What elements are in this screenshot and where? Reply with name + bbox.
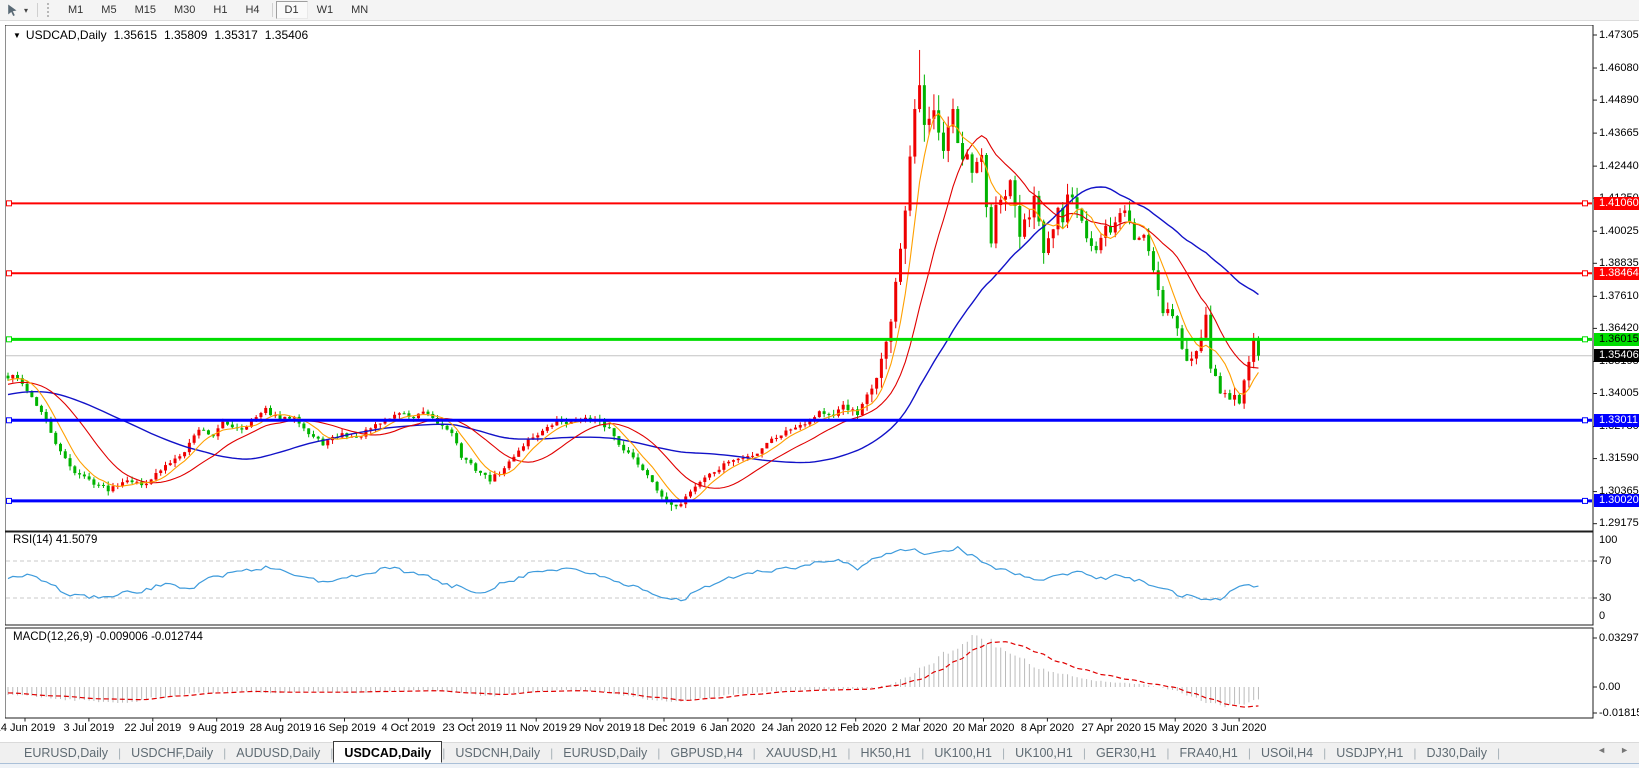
current-price-label: 1.35406 [1594, 349, 1639, 362]
ohlc-low: 1.35317 [214, 28, 257, 42]
trading-platform-window: { "toolbar": { "timeframes": ["M1","M5",… [0, 0, 1639, 767]
timeframe-toolbar: ▾ M1M5M15M30H1H4 D1W1MN [0, 0, 1639, 21]
level-price-label: 1.30020 [1594, 494, 1639, 507]
timeframe-button-d1[interactable]: D1 [276, 1, 308, 19]
timeframe-button-h1[interactable]: H1 [204, 1, 236, 19]
rsi-axis-tick: 70 [1599, 555, 1639, 568]
time-axis-label: 20 Mar 2020 [953, 722, 1015, 734]
time-axis-label: 27 Apr 2020 [1082, 722, 1141, 734]
rsi-label: RSI(14) 41.5079 [13, 534, 97, 546]
chart-tab-usoil-h4[interactable]: USOil,H4 [1251, 744, 1323, 762]
chart-tab-usdcad-daily[interactable]: USDCAD,Daily [333, 741, 442, 763]
up-candles [11, 50, 1255, 508]
timeframe-button-m15[interactable]: M15 [126, 1, 165, 19]
chart-tab-audusd-daily[interactable]: AUDUSD,Daily [226, 744, 330, 762]
time-axis-label: 24 Jan 2020 [762, 722, 823, 734]
tab-scroll-right-icon[interactable]: ► [1620, 745, 1629, 755]
toolbar-grip[interactable] [47, 3, 53, 17]
timeframe-button-m30[interactable]: M30 [165, 1, 204, 19]
chart-tab-dj30-daily[interactable]: DJ30,Daily [1417, 744, 1497, 762]
tab-scroll-left-icon[interactable]: ◄ [1597, 745, 1606, 755]
bottom-edge-strip [0, 763, 1639, 768]
price-axis-tick: 1.42440 [1599, 160, 1639, 173]
time-axis-label: 2 Mar 2020 [892, 722, 948, 734]
chart-tab-eurusd-daily[interactable]: EURUSD,Daily [14, 744, 118, 762]
chart-tab-eurusd-daily[interactable]: EURUSD,Daily [553, 744, 657, 762]
time-axis-label: 23 Oct 2019 [442, 722, 502, 734]
time-axis-label: 3 Jun 2020 [1212, 722, 1266, 734]
level-price-label: 1.36015 [1594, 333, 1639, 346]
time-axis-label: 11 Nov 2019 [505, 722, 567, 734]
macd-axis-tick: 0.032972 [1599, 632, 1639, 645]
price-axis-tick: 1.40025 [1599, 225, 1639, 238]
chart-dropdown-icon[interactable]: ▼ [13, 31, 21, 40]
time-axis-label: 14 Jun 2019 [0, 722, 55, 734]
chart-tab-gbpusd-h4[interactable]: GBPUSD,H4 [660, 744, 752, 762]
ohlc-high: 1.35809 [164, 28, 207, 42]
time-axis-label: 12 Feb 2020 [825, 722, 887, 734]
price-axis-tick: 1.37610 [1599, 290, 1639, 303]
chart-tab-usdchf-daily[interactable]: USDCHF,Daily [121, 744, 223, 762]
macd-axis-tick: 0.00 [1599, 681, 1639, 694]
time-axis-label: 18 Dec 2019 [633, 722, 695, 734]
timeframe-button-w1[interactable]: W1 [308, 1, 343, 19]
level-price-label: 1.41060 [1594, 197, 1639, 210]
rsi-axis-tick: 30 [1599, 592, 1639, 605]
level-price-label: 1.33011 [1594, 414, 1639, 427]
time-axis-label: 29 Nov 2019 [569, 722, 631, 734]
chart-tab-hk50-h1[interactable]: HK50,H1 [850, 744, 921, 762]
time-axis-label: 8 Apr 2020 [1021, 722, 1074, 734]
time-axis-label: 22 Jul 2019 [124, 722, 181, 734]
macd-axis-tick: -0.018154 [1599, 707, 1639, 720]
tab-scroll-buttons: ◄ ► [1597, 745, 1629, 755]
timeframe-button-mn[interactable]: MN [342, 1, 377, 19]
ohlc-close: 1.35406 [265, 28, 308, 42]
timeframe-button-h4[interactable]: H4 [236, 1, 268, 19]
chart-header: ▼ USDCAD,Daily 1.35615 1.35809 1.35317 1.3540… [13, 28, 308, 42]
chart-tab-usdcnh-daily[interactable]: USDCNH,Daily [445, 744, 550, 762]
time-axis-label: 28 Aug 2019 [250, 722, 312, 734]
chart-tab-bar: EURUSD,Daily|USDCHF,Daily|AUDUSD,Daily|U… [0, 742, 1639, 763]
time-axis-label: 15 May 2020 [1143, 722, 1207, 734]
rsi-axis-tick: 100 [1599, 534, 1639, 547]
price-axis-tick: 1.44890 [1599, 94, 1639, 107]
cursor-tool-caret-icon[interactable]: ▾ [24, 6, 28, 15]
time-axis-label: 16 Sep 2019 [313, 722, 375, 734]
ohlc-open: 1.35615 [114, 28, 157, 42]
price-axis-tick: 1.31590 [1599, 452, 1639, 465]
timeframe-buttons: M1M5M15M30H1H4 D1W1MN [59, 1, 377, 19]
price-axis-tick: 1.29175 [1599, 517, 1639, 530]
price-axis-tick: 1.47305 [1599, 29, 1639, 42]
time-axis-label: 4 Oct 2019 [381, 722, 435, 734]
chart-tab-xauusd-h1[interactable]: XAUUSD,H1 [756, 744, 848, 762]
timeframe-button-m5[interactable]: M5 [92, 1, 125, 19]
chart-tab-uk100-h1[interactable]: UK100,H1 [924, 744, 1002, 762]
time-axis-label: 9 Aug 2019 [189, 722, 245, 734]
toolbar-separator [37, 3, 38, 17]
chart-tab-uk100-h1[interactable]: UK100,H1 [1005, 744, 1083, 762]
chart-tab-usdjpy-h1[interactable]: USDJPY,H1 [1326, 744, 1413, 762]
chart-symbol-label: USDCAD,Daily [26, 28, 107, 42]
time-axis-label: 6 Jan 2020 [701, 722, 755, 734]
price-axis-tick: 1.46080 [1599, 62, 1639, 75]
chart-tab-fra40-h1[interactable]: FRA40,H1 [1170, 744, 1248, 762]
level-price-label: 1.38464 [1594, 267, 1639, 280]
toolbar-separator [272, 3, 273, 17]
chart-tab-ger30-h1[interactable]: GER30,H1 [1086, 744, 1166, 762]
rsi-axis-tick: 0 [1599, 610, 1639, 623]
cursor-tool-icon[interactable] [4, 2, 22, 18]
tab-separator: | [1497, 746, 1500, 760]
time-axis-label: 3 Jul 2019 [64, 722, 115, 734]
price-chart[interactable] [5, 25, 1639, 740]
macd-label: MACD(12,26,9) -0.009006 -0.012744 [13, 631, 203, 643]
price-axis-tick: 1.34005 [1599, 387, 1639, 400]
timeframe-button-m1[interactable]: M1 [59, 1, 92, 19]
price-axis-tick: 1.43665 [1599, 127, 1639, 140]
